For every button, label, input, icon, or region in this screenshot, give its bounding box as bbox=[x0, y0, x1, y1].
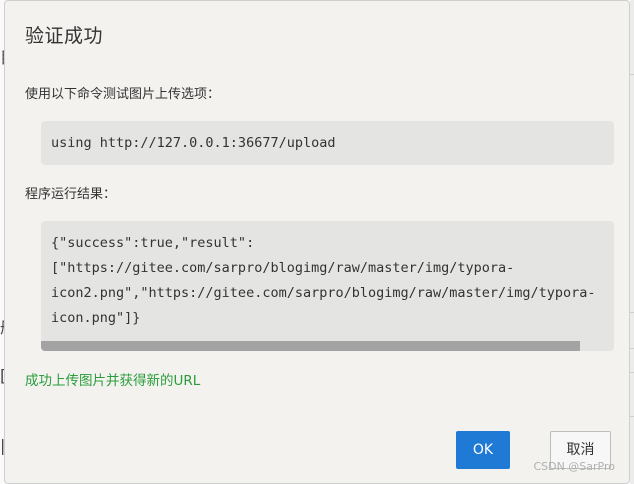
background-page-right bbox=[630, 0, 634, 484]
background-divider bbox=[630, 416, 634, 417]
success-message: 成功上传图片并获得新的URL bbox=[25, 373, 201, 389]
background-divider bbox=[630, 348, 634, 349]
result-code-block[interactable]: {"success":true,"result": ["https://gite… bbox=[41, 221, 614, 351]
background-divider bbox=[630, 372, 634, 373]
command-code-block: using http://127.0.0.1:36677/upload bbox=[41, 121, 614, 165]
result-line: icon2.png","https://gitee.com/sarpro/blo… bbox=[51, 285, 596, 301]
result-label: 程序运行结果： bbox=[25, 187, 117, 202]
command-label: 使用以下命令测试图片上传选项： bbox=[25, 87, 221, 102]
verification-dialog: 验证成功 使用以下命令测试图片上传选项： using http://127.0.… bbox=[4, 0, 630, 484]
scrollbar-thumb[interactable] bbox=[41, 341, 580, 351]
background-divider bbox=[630, 312, 634, 313]
horizontal-scrollbar[interactable] bbox=[41, 341, 614, 351]
ok-button[interactable]: OK bbox=[456, 431, 510, 469]
dialog-title: 验证成功 bbox=[25, 25, 104, 47]
watermark: CSDN @SarPro bbox=[533, 460, 615, 473]
result-line: {"success":true,"result": bbox=[51, 235, 255, 251]
result-line: icon.png"]} bbox=[51, 310, 141, 326]
background-divider bbox=[630, 74, 634, 75]
result-line: ["https://gitee.com/sarpro/blogimg/raw/m… bbox=[51, 260, 515, 276]
result-output: {"success":true,"result": ["https://gite… bbox=[51, 231, 596, 331]
